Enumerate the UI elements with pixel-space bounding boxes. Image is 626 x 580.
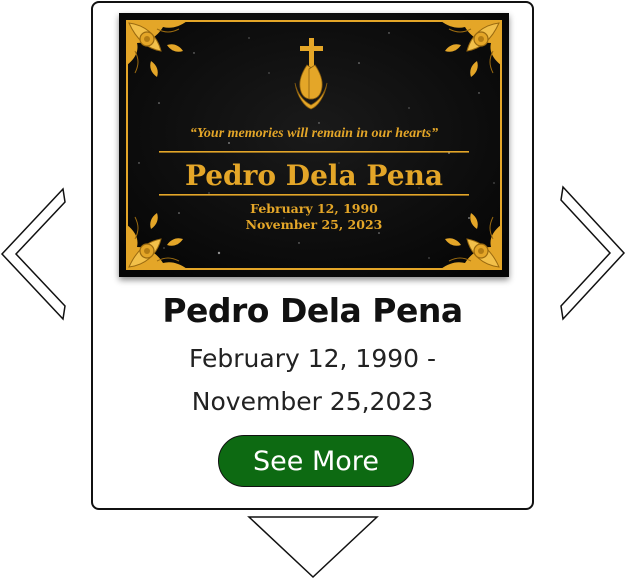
life-dates-end: November 25,2023 — [191, 387, 434, 416]
scroll-down-arrow-icon[interactable] — [246, 515, 380, 579]
next-arrow-icon[interactable] — [558, 182, 626, 324]
memorial-card: “Your memories will remain in our hearts… — [91, 1, 534, 510]
plaque-name: Pedro Dela Pena — [185, 159, 443, 192]
plaque-death-date: November 25, 2023 — [246, 217, 383, 232]
person-name: Pedro Dela Pena — [162, 291, 463, 330]
previous-arrow-icon[interactable] — [0, 184, 68, 324]
life-dates-start: February 12, 1990 - — [188, 344, 437, 373]
memorial-plaque-image: “Your memories will remain in our hearts… — [119, 13, 509, 277]
see-more-button[interactable]: See More — [218, 435, 414, 487]
plaque-birth-date: February 12, 1990 — [250, 201, 378, 216]
plaque-quote: “Your memories will remain in our hearts… — [190, 126, 438, 141]
